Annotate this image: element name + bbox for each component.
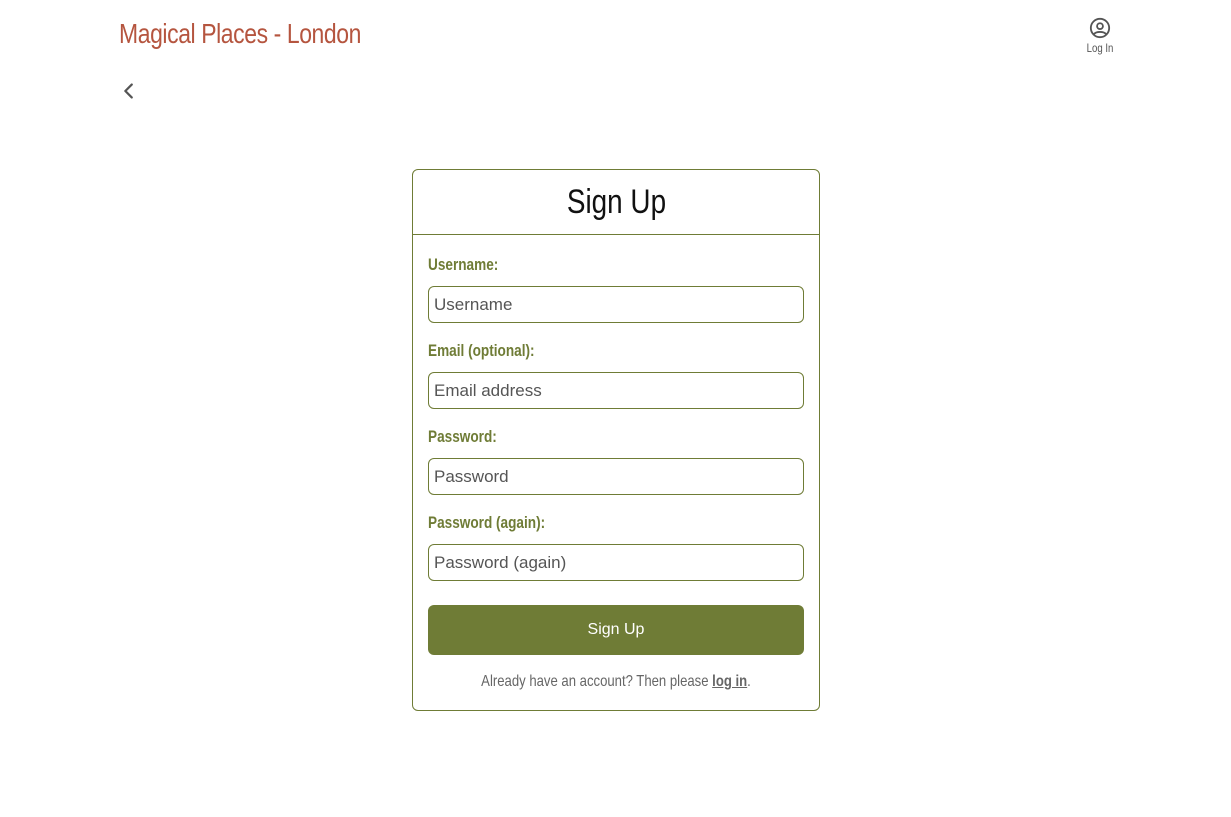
back-button[interactable] — [118, 80, 140, 102]
login-prompt-suffix: . — [747, 673, 751, 690]
password-again-input[interactable] — [428, 544, 804, 581]
login-prompt: Already have an account? Then please log… — [462, 673, 770, 691]
email-label: Email (optional): — [428, 341, 535, 360]
login-link-inline[interactable]: log in — [712, 673, 747, 690]
login-label: Log In — [1086, 41, 1114, 55]
site-title[interactable]: Magical Places - London — [119, 18, 361, 50]
signup-form: Username: Email (optional): Password: Pa… — [413, 255, 819, 691]
form-title: Sign Up — [566, 182, 666, 221]
password-again-label: Password (again): — [428, 513, 546, 532]
password-input[interactable] — [428, 458, 804, 495]
login-prompt-text: Already have an account? Then please — [481, 673, 713, 690]
login-link[interactable]: Log In — [1078, 17, 1122, 55]
username-label: Username: — [428, 255, 499, 274]
signup-page: Magical Places - London Log In Sign Up U… — [0, 0, 1231, 817]
password-label: Password: — [428, 427, 497, 446]
chevron-left-icon — [124, 83, 133, 99]
user-circle-icon — [1089, 17, 1111, 39]
email-input[interactable] — [428, 372, 804, 409]
card-header: Sign Up — [413, 170, 819, 235]
username-input[interactable] — [428, 286, 804, 323]
signup-card: Sign Up Username: Email (optional): Pass… — [412, 169, 820, 711]
signup-button[interactable]: Sign Up — [428, 605, 804, 655]
